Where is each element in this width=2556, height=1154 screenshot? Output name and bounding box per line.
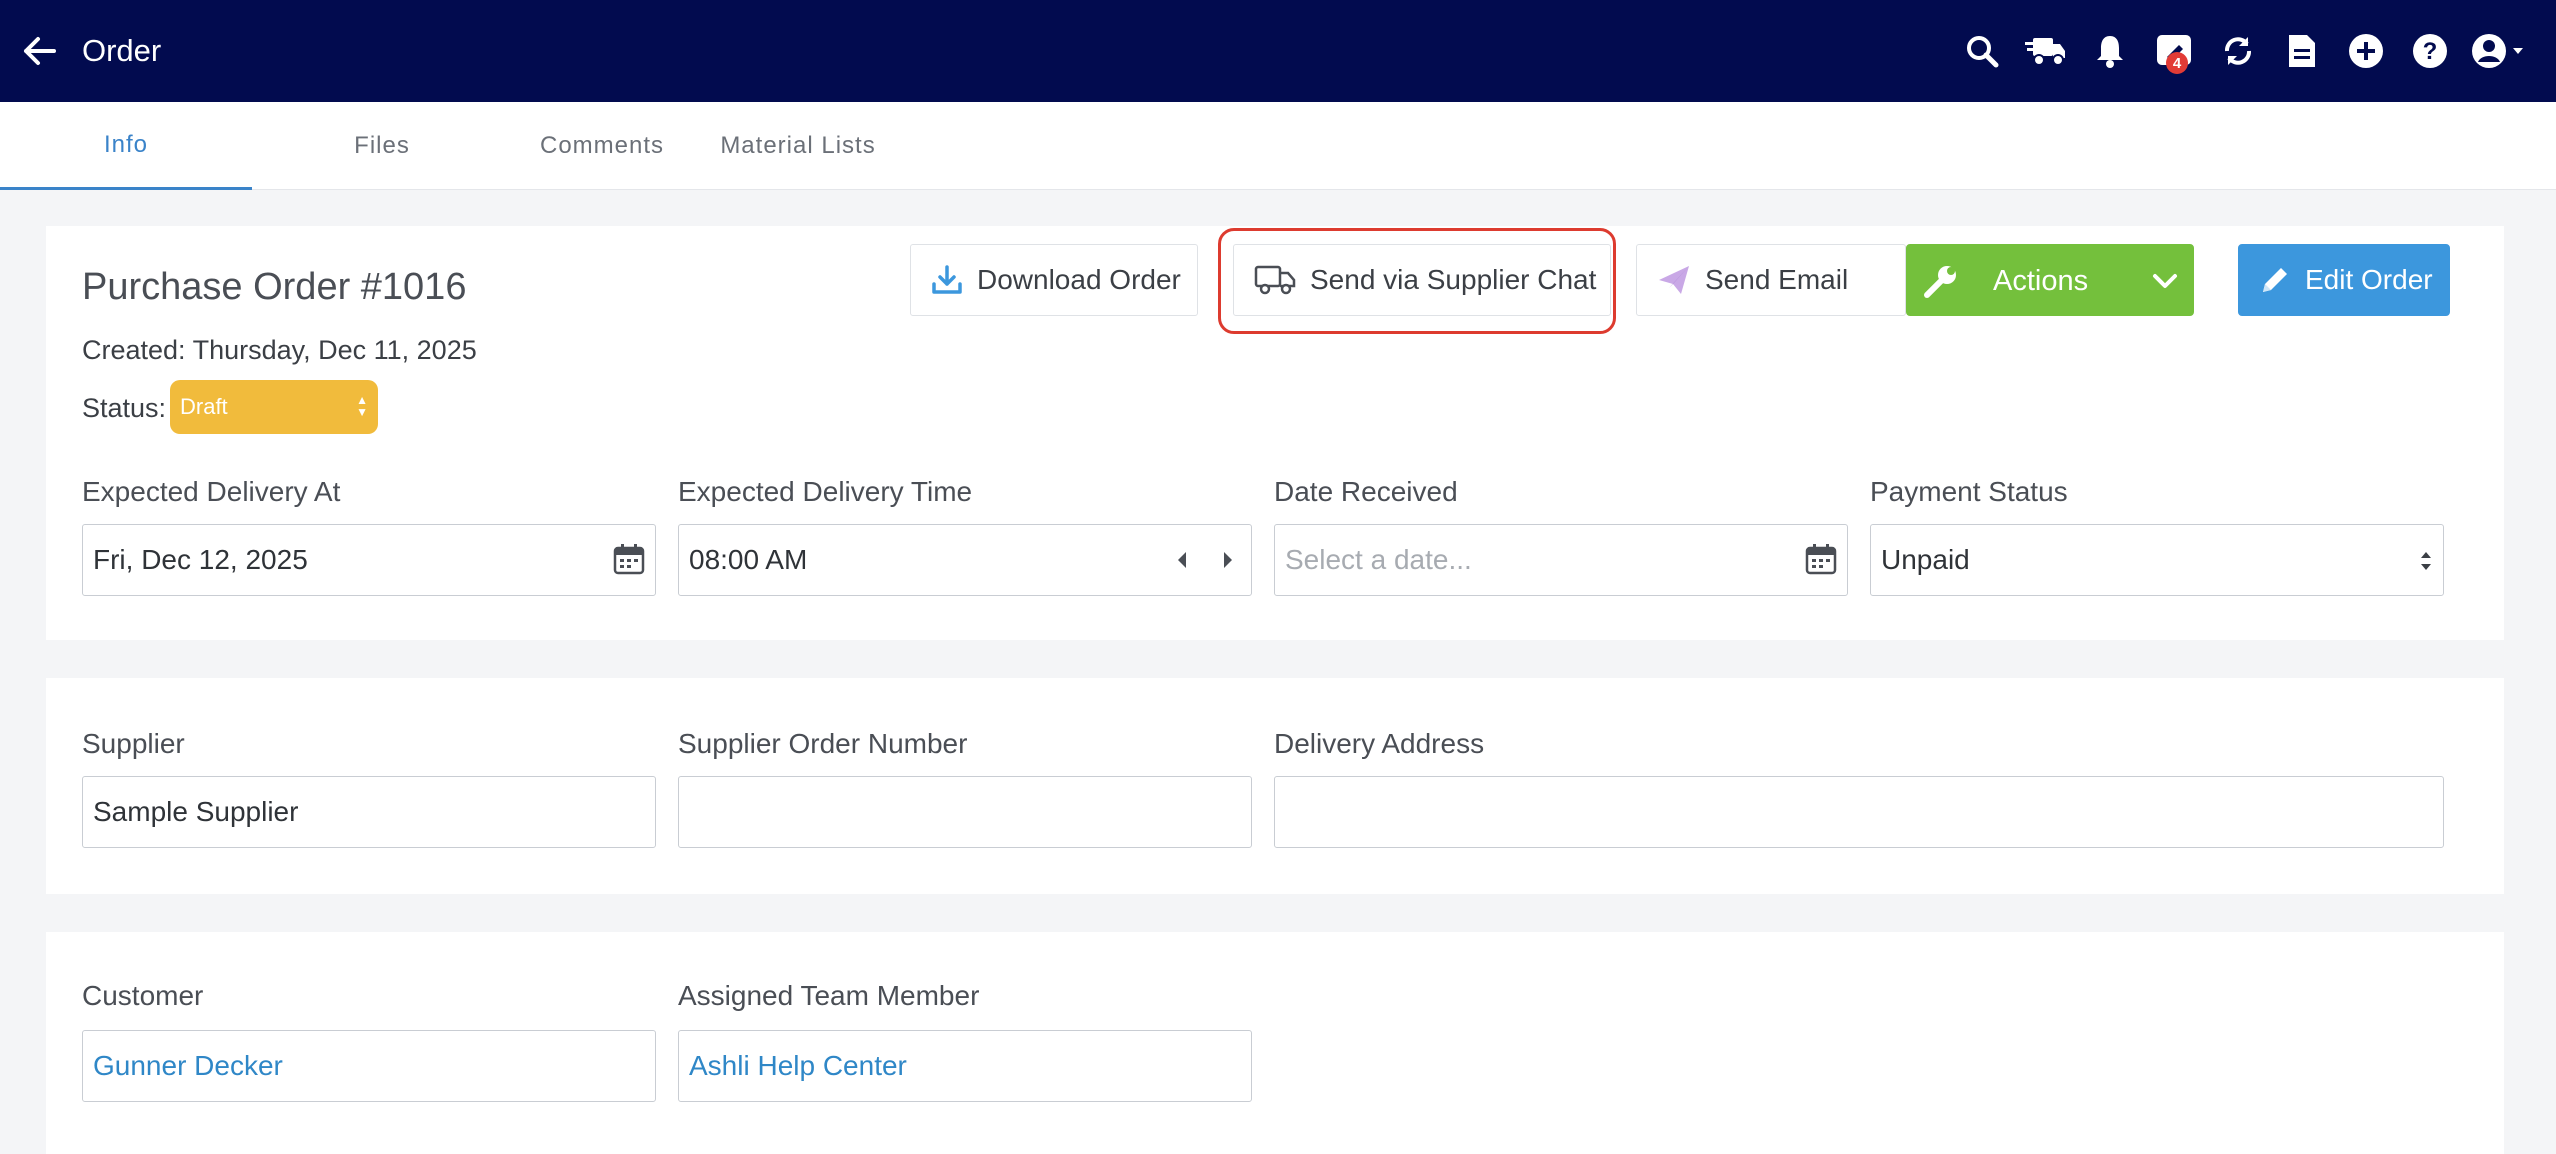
send-via-supplier-chat-button[interactable]: Send via Supplier Chat [1233, 244, 1611, 316]
status-value: Draft [180, 394, 228, 419]
created-date: Created: Thursday, Dec 11, 2025 [82, 335, 477, 365]
download-icon [931, 264, 963, 296]
edit-order-label: Edit Order [2305, 264, 2433, 295]
status-label: Status: [82, 393, 167, 423]
svg-text:?: ? [2423, 38, 2438, 65]
chevron-down-icon[interactable] [2151, 267, 2179, 302]
delivery-truck-icon [1254, 264, 1296, 296]
customer-link[interactable]: Gunner Decker [93, 1050, 283, 1082]
pencil-icon [2259, 264, 2291, 296]
payment-status-value: Unpaid [1881, 544, 1970, 575]
date-received-label: Date Received [1274, 476, 1458, 507]
assigned-team-member-field[interactable]: Ashli Help Center [678, 1030, 1252, 1102]
bell-icon[interactable] [2078, 22, 2142, 80]
order-summary-card: Purchase Order #1016 Created: Thursday, … [46, 226, 2504, 640]
calendar-icon[interactable] [1805, 543, 1837, 582]
time-decrement-icon[interactable] [1175, 547, 1189, 579]
supplier-card: Supplier Sample Supplier Supplier Order … [46, 678, 2504, 894]
expected-delivery-time-label: Expected Delivery Time [678, 476, 973, 507]
assigned-team-member-link[interactable]: Ashli Help Center [689, 1050, 907, 1082]
top-bar-icons: 4 ? [1950, 22, 2538, 80]
send-email-label: Send Email [1705, 264, 1849, 295]
customer-label: Customer [82, 980, 204, 1011]
paper-plane-icon [1657, 264, 1691, 296]
order-title: Purchase Order #1016 [82, 266, 467, 308]
supplier-field[interactable]: Sample Supplier [82, 776, 656, 848]
plus-circle-icon[interactable] [2334, 22, 2398, 80]
calendar-icon[interactable] [613, 543, 645, 582]
customer-field[interactable]: Gunner Decker [82, 1030, 656, 1102]
send-email-button[interactable]: Send Email [1636, 244, 1906, 316]
notification-badge: 4 [2166, 52, 2188, 74]
delivery-address-input[interactable] [1274, 776, 2444, 848]
time-increment-icon[interactable] [1221, 547, 1235, 579]
tab-comments[interactable]: Comments [520, 102, 684, 190]
select-arrows-icon [2419, 547, 2433, 582]
tab-info[interactable]: Info [0, 102, 252, 190]
supplier-label: Supplier [82, 728, 185, 759]
tab-files[interactable]: Files [252, 102, 512, 190]
send-via-supplier-chat-label: Send via Supplier Chat [1310, 264, 1597, 295]
top-bar: Order 4 ? [0, 0, 2556, 102]
status-select[interactable]: Draft ▲ ▼ [170, 380, 378, 434]
payment-status-label: Payment Status [1870, 476, 2068, 507]
user-menu-icon[interactable] [2462, 22, 2538, 80]
expected-delivery-time-value: 08:00 AM [689, 544, 808, 575]
select-arrows-icon: ▲ ▼ [356, 393, 368, 419]
expected-delivery-at-value: Fri, Dec 12, 2025 [93, 544, 308, 575]
tab-material-lists[interactable]: Material Lists [708, 102, 888, 190]
download-order-button[interactable]: Download Order [910, 244, 1198, 316]
date-received-field[interactable]: Select a date... [1274, 524, 1848, 596]
actions-label: Actions [1993, 265, 2089, 297]
delivery-address-label: Delivery Address [1274, 728, 1485, 759]
sync-icon[interactable] [2206, 22, 2270, 80]
wrench-icon [1923, 263, 1959, 306]
expected-delivery-time-field[interactable]: 08:00 AM [678, 524, 1252, 596]
payment-status-select[interactable]: Unpaid [1870, 524, 2444, 596]
edit-order-button[interactable]: Edit Order [2238, 244, 2450, 316]
document-icon[interactable] [2270, 22, 2334, 80]
search-icon[interactable] [1950, 22, 2014, 80]
supplier-order-number-label: Supplier Order Number [678, 728, 968, 759]
chat-icon[interactable]: 4 [2142, 22, 2206, 80]
expected-delivery-at-field[interactable]: Fri, Dec 12, 2025 [82, 524, 656, 596]
expected-delivery-at-label: Expected Delivery At [82, 476, 341, 507]
actions-button[interactable]: Actions [1906, 244, 2194, 316]
supplier-value: Sample Supplier [93, 796, 299, 827]
help-icon[interactable]: ? [2398, 22, 2462, 80]
supplier-order-number-input[interactable] [678, 776, 1252, 848]
page-title: Order [82, 33, 162, 68]
assigned-team-member-label: Assigned Team Member [678, 980, 980, 1011]
download-order-label: Download Order [977, 264, 1181, 295]
tab-bar: Info Files Comments Material Lists [0, 102, 2556, 190]
customer-card: Customer Gunner Decker Assigned Team Mem… [46, 932, 2504, 1154]
date-received-placeholder: Select a date... [1285, 544, 1472, 575]
back-arrow-icon[interactable] [14, 26, 64, 76]
truck-icon[interactable] [2014, 22, 2078, 80]
